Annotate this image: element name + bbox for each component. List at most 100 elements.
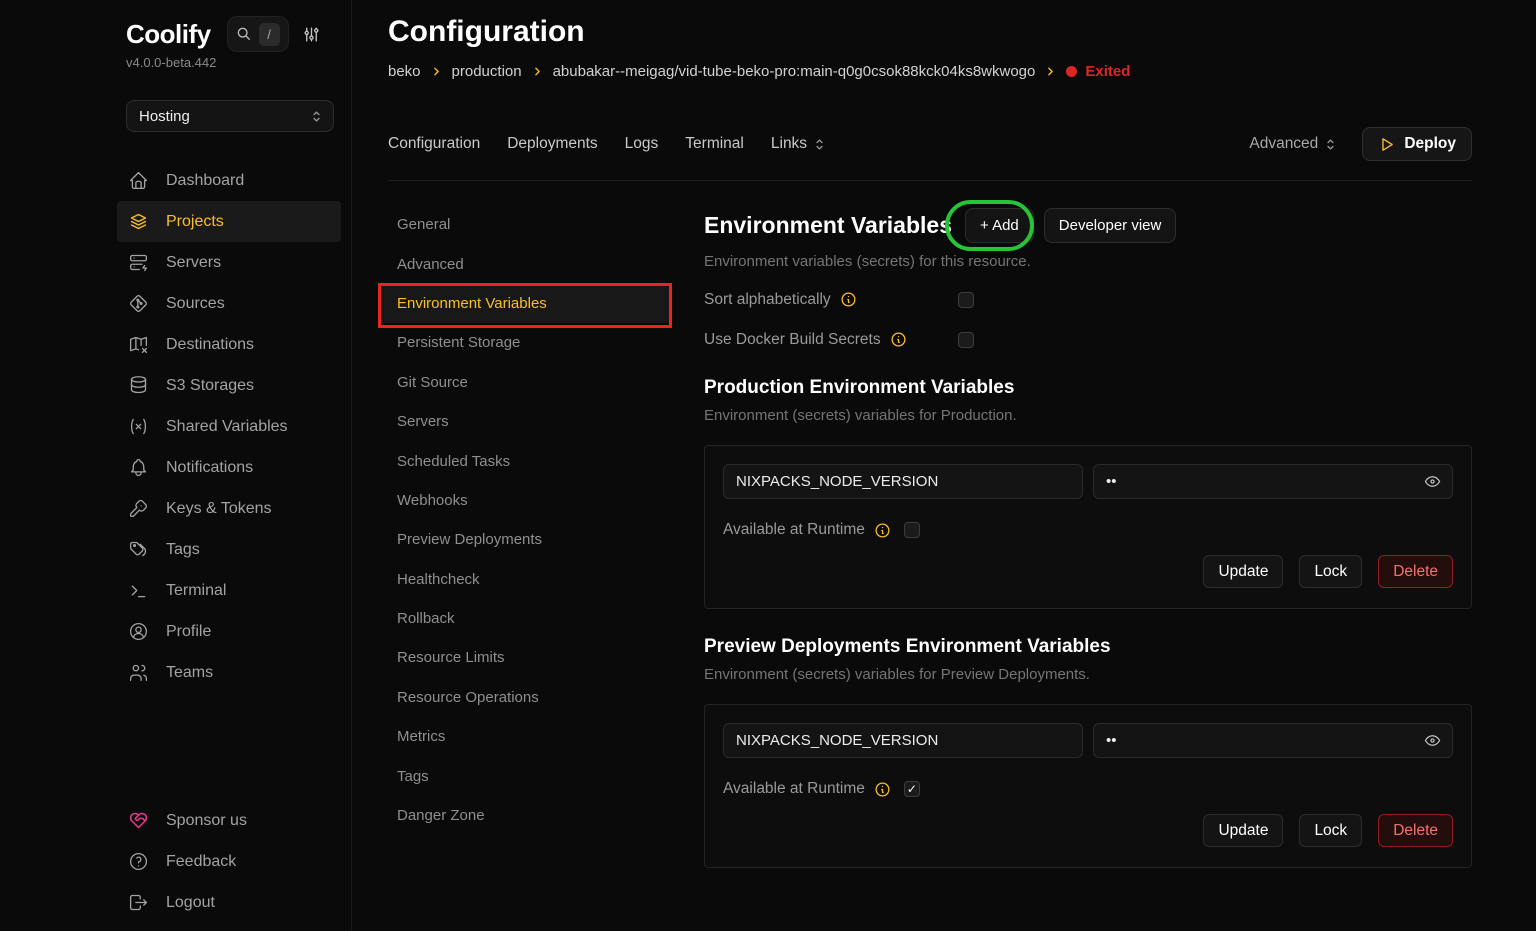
tab-bar: Configuration Deployments Logs Terminal … xyxy=(388,127,1472,181)
sidebar-item-feedback[interactable]: Feedback xyxy=(117,841,341,882)
subnav-item-rollback[interactable]: Rollback xyxy=(381,599,671,638)
advanced-label: Advanced xyxy=(1249,135,1318,153)
delete-button[interactable]: Delete xyxy=(1378,814,1453,847)
subnav-item-metrics[interactable]: Metrics xyxy=(381,717,671,756)
docker-build-secrets-label: Use Docker Build Secrets xyxy=(704,331,881,349)
add-variable-button[interactable]: + Add xyxy=(965,208,1034,243)
lock-button[interactable]: Lock xyxy=(1299,814,1362,847)
subnav-item-general[interactable]: General xyxy=(381,205,671,244)
breadcrumb-project[interactable]: beko xyxy=(388,63,421,80)
docker-build-secrets-checkbox[interactable] xyxy=(958,332,974,348)
subnav-item-environment-variables[interactable]: Environment Variables xyxy=(381,284,671,323)
content-row: General Advanced Environment Variables P… xyxy=(352,181,1536,868)
env-var-name-input[interactable] xyxy=(723,723,1083,758)
server-icon xyxy=(128,252,149,273)
sidebar-item-label: Sponsor us xyxy=(166,812,247,830)
key-icon xyxy=(128,498,149,519)
delete-button[interactable]: Delete xyxy=(1378,555,1453,588)
breadcrumb-resource[interactable]: abubakar--meigag/vid-tube-beko-pro:main-… xyxy=(553,63,1036,80)
user-circle-icon xyxy=(128,621,149,642)
users-icon xyxy=(128,662,149,683)
sidebar-item-shared-variables[interactable]: Shared Variables xyxy=(117,406,341,447)
play-icon xyxy=(1378,136,1395,153)
env-var-value-input[interactable] xyxy=(1093,723,1453,758)
eye-icon[interactable] xyxy=(1423,472,1442,491)
developer-view-button[interactable]: Developer view xyxy=(1044,208,1177,243)
sidebar-item-sponsor-us[interactable]: Sponsor us xyxy=(117,800,341,841)
tab-deployments[interactable]: Deployments xyxy=(507,135,597,153)
adjustments-icon[interactable] xyxy=(302,25,321,44)
sidebar-item-notifications[interactable]: Notifications xyxy=(117,447,341,488)
sidebar-item-logout[interactable]: Logout xyxy=(117,882,341,923)
update-button[interactable]: Update xyxy=(1203,814,1283,847)
search-button[interactable]: / xyxy=(227,16,289,52)
subnav-item-healthcheck[interactable]: Healthcheck xyxy=(381,560,671,599)
subnav-item-advanced[interactable]: Advanced xyxy=(381,244,671,283)
sidebar-item-terminal[interactable]: Terminal xyxy=(117,570,341,611)
tab-links[interactable]: Links xyxy=(771,135,827,153)
status-text: Exited xyxy=(1085,63,1130,80)
tab-logs[interactable]: Logs xyxy=(625,135,659,153)
subnav-item-servers[interactable]: Servers xyxy=(381,402,671,441)
subnav-item-danger-zone[interactable]: Danger Zone xyxy=(381,796,671,835)
sidebar-item-dashboard[interactable]: Dashboard xyxy=(117,160,341,201)
lock-button[interactable]: Lock xyxy=(1299,555,1362,588)
deploy-button[interactable]: Deploy xyxy=(1362,127,1472,161)
sidebar-item-teams[interactable]: Teams xyxy=(117,652,341,693)
sidebar-item-destinations[interactable]: Destinations xyxy=(117,324,341,365)
sidebar-item-keys-tokens[interactable]: Keys & Tokens xyxy=(117,488,341,529)
tab-links-label: Links xyxy=(771,135,807,153)
tag-icon xyxy=(128,539,149,560)
bell-icon xyxy=(128,457,149,478)
sidebar-item-tags[interactable]: Tags xyxy=(117,529,341,570)
sidebar-item-profile[interactable]: Profile xyxy=(117,611,341,652)
subnav-item-webhooks[interactable]: Webhooks xyxy=(381,481,671,520)
available-at-runtime-checkbox[interactable] xyxy=(904,781,920,797)
subnav-item-resource-operations[interactable]: Resource Operations xyxy=(381,678,671,717)
git-icon xyxy=(128,293,149,314)
sidebar-item-label: Projects xyxy=(166,213,224,231)
advanced-dropdown[interactable]: Advanced xyxy=(1249,135,1338,153)
team-selector-value: Hosting xyxy=(139,108,190,125)
sidebar-item-servers[interactable]: Servers xyxy=(117,242,341,283)
team-selector[interactable]: Hosting xyxy=(126,100,334,132)
sidebar-footer-nav: Sponsor us Feedback Logout xyxy=(0,800,351,923)
status-badge: Exited xyxy=(1066,63,1130,80)
subnav-item-persistent-storage[interactable]: Persistent Storage xyxy=(381,323,671,362)
help-circle-icon xyxy=(128,851,149,872)
subnav-item-git-source[interactable]: Git Source xyxy=(381,363,671,402)
subnav-item-resource-limits[interactable]: Resource Limits xyxy=(381,638,671,677)
preview-section-subtitle: Environment (secrets) variables for Prev… xyxy=(704,666,1472,683)
sidebar-item-s3-storages[interactable]: S3 Storages xyxy=(117,365,341,406)
map-icon xyxy=(128,334,149,355)
eye-icon[interactable] xyxy=(1423,731,1442,750)
database-icon xyxy=(128,375,149,396)
sidebar-item-label: Keys & Tokens xyxy=(166,500,272,518)
sort-alphabetically-checkbox[interactable] xyxy=(958,292,974,308)
home-icon xyxy=(128,170,149,191)
sidebar-item-sources[interactable]: Sources xyxy=(117,283,341,324)
variable-icon xyxy=(128,416,149,437)
terminal-icon xyxy=(128,580,149,601)
sidebar-item-label: Tags xyxy=(166,541,200,559)
sidebar-item-label: Sources xyxy=(166,295,225,313)
chevron-right-icon xyxy=(1044,65,1057,78)
sidebar-item-projects[interactable]: Projects xyxy=(117,201,341,242)
env-var-value-input[interactable] xyxy=(1093,464,1453,499)
update-button[interactable]: Update xyxy=(1203,555,1283,588)
deploy-label: Deploy xyxy=(1404,135,1456,153)
tab-terminal[interactable]: Terminal xyxy=(685,135,744,153)
breadcrumb-environment[interactable]: production xyxy=(452,63,522,80)
tab-configuration[interactable]: Configuration xyxy=(388,135,480,153)
subnav-item-preview-deployments[interactable]: Preview Deployments xyxy=(381,520,671,559)
sidebar-item-label: Terminal xyxy=(166,582,226,600)
info-icon xyxy=(890,331,907,348)
subnav-item-tags[interactable]: Tags xyxy=(381,756,671,795)
available-at-runtime-checkbox[interactable] xyxy=(904,522,920,538)
available-at-runtime-label: Available at Runtime xyxy=(723,780,865,798)
chevron-right-icon xyxy=(430,65,443,78)
sidebar-nav: Dashboard Projects Servers Sources Desti… xyxy=(0,160,351,693)
status-dot-icon xyxy=(1066,66,1077,77)
subnav-item-scheduled-tasks[interactable]: Scheduled Tasks xyxy=(381,441,671,480)
env-var-name-input[interactable] xyxy=(723,464,1083,499)
